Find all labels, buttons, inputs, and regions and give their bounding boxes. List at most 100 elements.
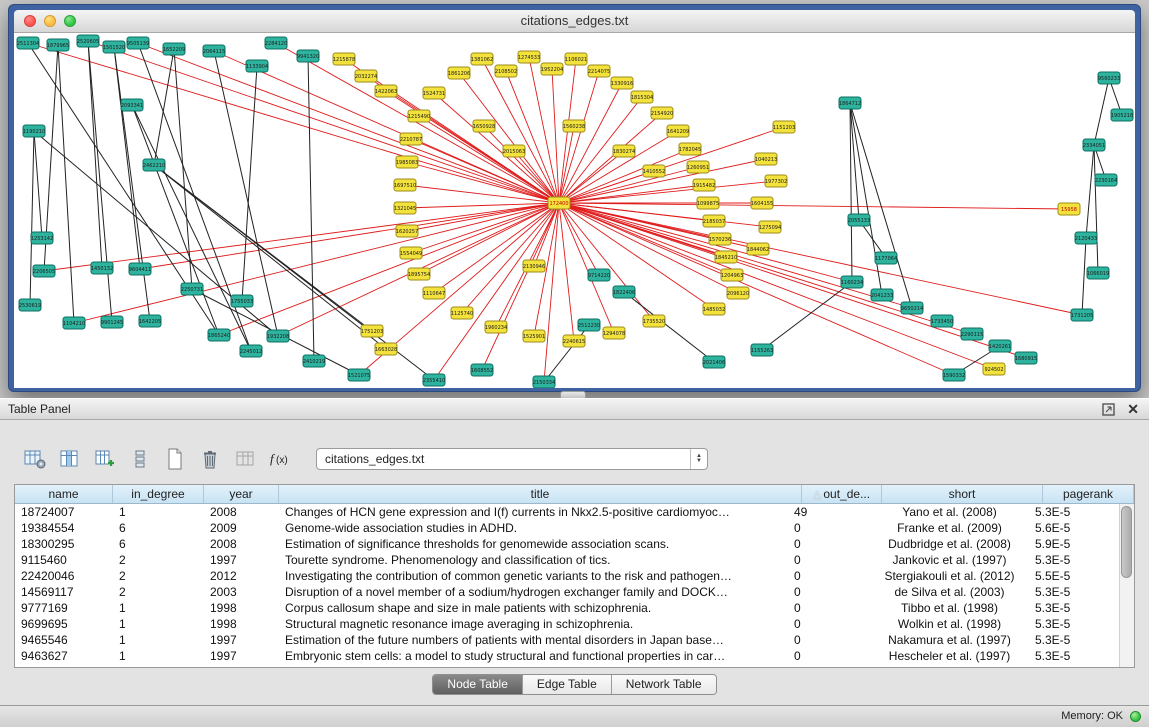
graph-node[interactable]: 1865240 bbox=[208, 329, 230, 341]
graph-node[interactable]: 1420261 bbox=[989, 340, 1011, 352]
graph-node[interactable]: 2185037 bbox=[703, 215, 725, 227]
scrollbar-thumb[interactable] bbox=[1121, 506, 1132, 578]
graph-node[interactable]: 1104210 bbox=[63, 317, 85, 329]
table-row[interactable]: 1872400712008Changes of HCN gene express… bbox=[15, 504, 1120, 520]
table-mode-button[interactable] bbox=[20, 445, 50, 473]
graph-node[interactable]: 1106021 bbox=[565, 53, 587, 65]
graph-node[interactable]: 1608552 bbox=[471, 364, 493, 376]
graph-node[interactable]: 1294078 bbox=[603, 327, 625, 339]
network-table-select[interactable]: citations_edges.txt ▲▼ bbox=[316, 448, 708, 470]
graph-node[interactable]: 9901245 bbox=[101, 316, 123, 328]
window-titlebar[interactable]: citations_edges.txt bbox=[14, 10, 1135, 33]
graph-node[interactable]: 1501520 bbox=[103, 41, 125, 53]
column-header-out-de-[interactable]: △out_de... bbox=[802, 485, 882, 503]
graph-node[interactable]: 1960234 bbox=[485, 321, 507, 333]
graph-node[interactable]: 2108502 bbox=[495, 65, 517, 77]
graph-node[interactable]: 1755033 bbox=[231, 295, 253, 307]
graph-node[interactable]: 1450132 bbox=[91, 262, 113, 274]
graph-node[interactable]: 1160234 bbox=[841, 276, 863, 288]
graph-node[interactable]: 2511304 bbox=[17, 37, 39, 49]
graph-node[interactable]: 2021406 bbox=[703, 356, 725, 368]
graph-node[interactable]: 924502 bbox=[983, 363, 1005, 375]
tab-network-table[interactable]: Network Table bbox=[612, 675, 716, 694]
graph-node[interactable]: 2032274 bbox=[355, 70, 377, 82]
column-header-pagerank[interactable]: pagerank bbox=[1043, 485, 1134, 503]
graph-node[interactable]: 1952204 bbox=[541, 63, 563, 75]
graph-node[interactable]: 1151203 bbox=[773, 121, 795, 133]
graph-node[interactable]: 2410219 bbox=[303, 355, 325, 367]
graph-node[interactable]: 1620257 bbox=[396, 225, 418, 237]
graph-node[interactable]: 1275094 bbox=[759, 221, 781, 233]
graph-node[interactable]: 1652209 bbox=[163, 43, 185, 55]
graph-node[interactable]: 2245012 bbox=[240, 345, 262, 357]
graph-node[interactable]: 2512230 bbox=[578, 319, 600, 331]
network-canvas[interactable]: 1724002511304187996525206051501520950513… bbox=[14, 33, 1135, 388]
graph-node[interactable]: 1215490 bbox=[408, 110, 430, 122]
graph-node[interactable]: 1260951 bbox=[687, 161, 709, 173]
function-builder-button[interactable]: f(x) bbox=[265, 445, 295, 473]
graph-node[interactable]: 2355410 bbox=[423, 374, 445, 386]
graph-node[interactable]: 1697510 bbox=[394, 179, 416, 191]
graph-node[interactable]: 1521075 bbox=[348, 369, 370, 381]
graph-node[interactable]: 2520605 bbox=[77, 35, 99, 47]
table-row[interactable]: 2242004622012Investigating the contribut… bbox=[15, 568, 1120, 584]
graph-node[interactable]: 1822406 bbox=[613, 286, 635, 298]
graph-node[interactable]: 1845210 bbox=[715, 251, 737, 263]
graph-node[interactable]: 1330916 bbox=[611, 77, 633, 89]
graph-node[interactable]: 1410552 bbox=[643, 165, 665, 177]
graph-node[interactable]: 1815304 bbox=[631, 91, 653, 103]
graph-node[interactable]: 2334051 bbox=[1083, 139, 1105, 151]
graph-node[interactable]: 2214075 bbox=[588, 65, 610, 77]
graph-node[interactable]: 1604155 bbox=[751, 197, 773, 209]
graph-node[interactable]: 9650214 bbox=[901, 302, 923, 314]
graph-node[interactable]: 2462210 bbox=[143, 159, 165, 171]
graph-node[interactable]: 1485032 bbox=[703, 303, 725, 315]
graph-node[interactable]: 1133904 bbox=[246, 60, 268, 72]
graph-node[interactable]: 2154920 bbox=[651, 107, 673, 119]
graph-node[interactable]: 2150334 bbox=[533, 376, 555, 388]
graph-node[interactable]: 1590332 bbox=[943, 369, 965, 381]
graph-node[interactable]: 1932208 bbox=[267, 330, 289, 342]
graph-node[interactable]: 1525901 bbox=[523, 330, 545, 342]
show-columns-button[interactable] bbox=[55, 445, 85, 473]
column-header-name[interactable]: name bbox=[15, 485, 113, 503]
graph-node[interactable]: 1155263 bbox=[751, 344, 773, 356]
graph-node[interactable]: 1905216 bbox=[1111, 109, 1133, 121]
graph-node[interactable]: 2210787 bbox=[400, 133, 422, 145]
tab-edge-table[interactable]: Edge Table bbox=[523, 675, 612, 694]
graph-node[interactable]: 1381062 bbox=[471, 53, 493, 65]
graph-node[interactable]: 2015063 bbox=[503, 145, 525, 157]
table-row[interactable]: 1938455462009Genome-wide association stu… bbox=[15, 520, 1120, 536]
delete-button[interactable] bbox=[195, 445, 225, 473]
graph-node[interactable]: 1040213 bbox=[755, 153, 777, 165]
graph-node[interactable]: 1099875 bbox=[697, 197, 719, 209]
graph-node[interactable]: 9941320 bbox=[297, 50, 319, 62]
graph-node[interactable]: 1731205 bbox=[1071, 309, 1093, 321]
graph-node[interactable]: 1570236 bbox=[709, 233, 731, 245]
graph-node[interactable]: 1422063 bbox=[375, 85, 397, 97]
graph-node[interactable]: 2096120 bbox=[727, 287, 749, 299]
graph-node[interactable]: 1733450 bbox=[931, 315, 953, 327]
graph-node[interactable]: 2240615 bbox=[563, 335, 585, 347]
graph-node[interactable]: 1915482 bbox=[693, 179, 715, 191]
graph-node[interactable]: 2230164 bbox=[1095, 174, 1117, 186]
graph-node[interactable]: 1524731 bbox=[423, 87, 445, 99]
graph-node[interactable]: 9505139 bbox=[127, 37, 149, 49]
graph-node[interactable]: 1321045 bbox=[394, 202, 416, 214]
graph-node[interactable]: 2250731 bbox=[181, 283, 203, 295]
graph-node[interactable]: 2093341 bbox=[121, 99, 143, 111]
graph-node[interactable]: 1642205 bbox=[139, 315, 161, 327]
graph-node[interactable]: 1782045 bbox=[679, 143, 701, 155]
table-row[interactable]: 1456911722003Disruption of a novel membe… bbox=[15, 584, 1120, 600]
graph-node[interactable]: 2041233 bbox=[871, 289, 893, 301]
graph-node[interactable]: 1735520 bbox=[643, 315, 665, 327]
graph-node[interactable]: 1879965 bbox=[47, 39, 69, 51]
table-row[interactable]: 911546021997Tourette syndrome. Phenomeno… bbox=[15, 552, 1120, 568]
graph-node[interactable]: 1204963 bbox=[721, 269, 743, 281]
graph-node[interactable]: 2284120 bbox=[265, 37, 287, 49]
graph-node[interactable]: 1110647 bbox=[423, 287, 445, 299]
graph-node[interactable]: 1663028 bbox=[375, 343, 397, 355]
table-row[interactable]: 969969511998Structural magnetic resonanc… bbox=[15, 616, 1120, 632]
graph-node[interactable]: 1751203 bbox=[361, 325, 383, 337]
new-file-button[interactable] bbox=[160, 445, 190, 473]
